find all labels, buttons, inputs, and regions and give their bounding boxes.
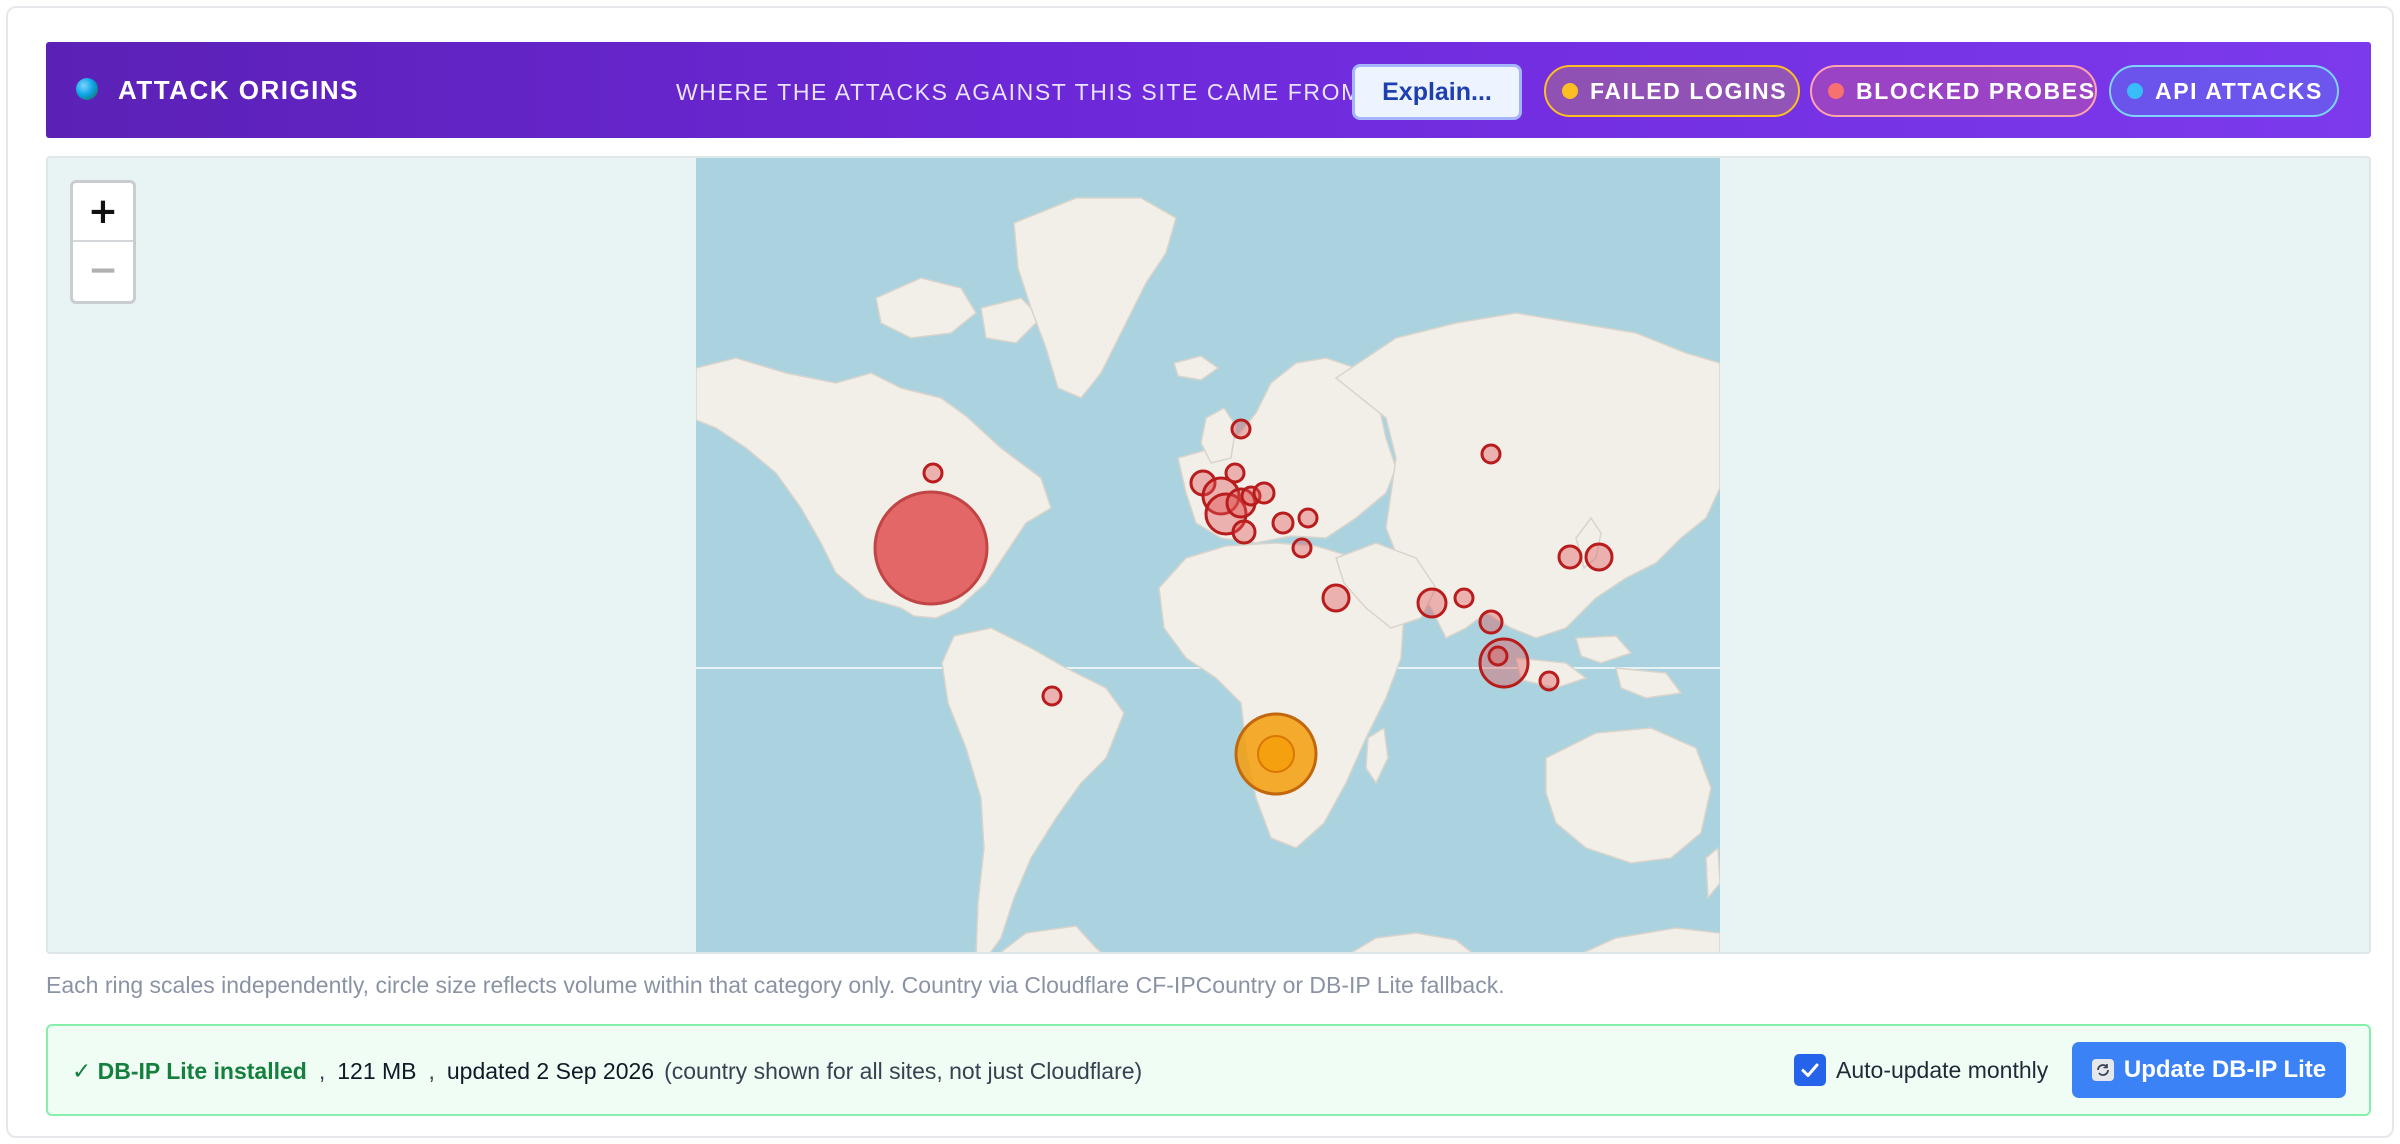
zoom-out-button[interactable]: − xyxy=(73,242,133,301)
marker-circle[interactable] xyxy=(1257,735,1295,773)
marker-circle[interactable] xyxy=(1297,507,1319,529)
marker-circle[interactable] xyxy=(1416,587,1448,619)
marker-circle[interactable] xyxy=(922,462,944,484)
marker-circle[interactable] xyxy=(1252,481,1276,505)
geoip-status-line: ✓ DB-IP Lite installed, 121 MB, updated 2 … xyxy=(72,1056,1142,1086)
filter-label: BLOCKED PROBES xyxy=(1856,77,2096,104)
filter-api-attacks[interactable]: API ATTACKS xyxy=(2109,65,2339,117)
zoom-in-button[interactable]: + xyxy=(73,183,133,242)
globe-icon xyxy=(76,78,98,100)
marker-circle[interactable] xyxy=(1291,537,1313,559)
filter-label: API ATTACKS xyxy=(2155,77,2323,104)
world-map[interactable]: + − xyxy=(46,156,2371,954)
separator: , xyxy=(428,1058,435,1084)
marker-circle[interactable] xyxy=(1321,583,1351,613)
filter-blocked-probes[interactable]: BLOCKED PROBES xyxy=(1810,65,2097,117)
auto-update-toggle[interactable]: Auto-update monthly xyxy=(1794,1052,2048,1088)
db-updated: updated 2 Sep 2026 xyxy=(446,1058,655,1084)
marker-circle[interactable] xyxy=(1487,645,1509,667)
auto-update-checkbox[interactable] xyxy=(1794,1054,1826,1086)
installed-status: ✓ DB-IP Lite installed xyxy=(72,1058,307,1084)
attack-origins-header: ATTACK ORIGINS WHERE THE ATTACKS AGAINST… xyxy=(46,42,2371,138)
explain-button[interactable]: Explain... xyxy=(1352,64,1522,120)
marker-circle[interactable] xyxy=(873,490,989,606)
marker-circle[interactable] xyxy=(1584,542,1614,572)
map-tiles[interactable] xyxy=(696,158,1720,954)
dot-icon xyxy=(1562,83,1578,99)
check-icon xyxy=(1801,1063,1819,1077)
dot-icon xyxy=(1828,83,1844,99)
db-size: 121 MB xyxy=(337,1058,417,1084)
map-footnote: Each ring scales independently, circle s… xyxy=(46,972,1505,998)
marker-circle[interactable] xyxy=(1271,511,1295,535)
marker-circle[interactable] xyxy=(1453,587,1475,609)
db-scope-note: (country shown for all sites, not just C… xyxy=(664,1058,1143,1084)
panel-subtitle: WHERE THE ATTACKS AGAINST THIS SITE CAME… xyxy=(676,79,1362,105)
filter-failed-logins[interactable]: FAILED LOGINS xyxy=(1544,65,1800,117)
refresh-icon xyxy=(2091,1059,2114,1081)
separator: , xyxy=(318,1058,326,1084)
update-dbip-button[interactable]: Update DB-IP Lite xyxy=(2072,1042,2346,1098)
marker-circle[interactable] xyxy=(1041,685,1063,707)
marker-circle[interactable] xyxy=(1480,443,1502,465)
auto-update-label: Auto-update monthly xyxy=(1836,1056,2049,1083)
zoom-control: + − xyxy=(70,180,136,304)
update-button-label: Update DB-IP Lite xyxy=(2123,1056,2327,1083)
marker-circle[interactable] xyxy=(1538,670,1560,692)
geoip-status-bar: ✓ DB-IP Lite installed, 121 MB, updated 2 … xyxy=(46,1024,2371,1116)
filter-label: FAILED LOGINS xyxy=(1590,77,1788,104)
attack-origins-card: ATTACK ORIGINS WHERE THE ATTACKS AGAINST… xyxy=(6,6,2394,1138)
panel-title: ATTACK ORIGINS xyxy=(118,75,360,105)
dot-icon xyxy=(2127,83,2143,99)
marker-circle[interactable] xyxy=(1230,418,1252,440)
failed-logins-layer xyxy=(1234,712,1318,796)
marker-circle[interactable] xyxy=(1557,544,1583,570)
marker-circle[interactable] xyxy=(1478,609,1504,635)
marker-circle[interactable] xyxy=(1231,519,1257,545)
